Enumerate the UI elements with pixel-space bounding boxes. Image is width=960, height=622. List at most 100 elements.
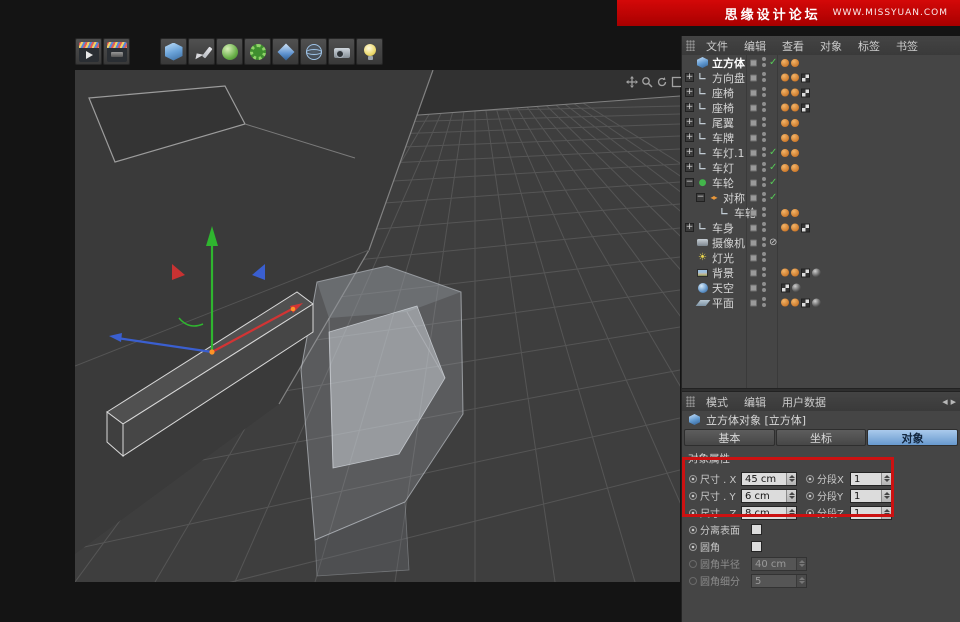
- visibility-dots-icon[interactable]: [762, 237, 766, 241]
- tool-camera-button[interactable]: [328, 38, 355, 65]
- object-row[interactable]: 摄像机⊘: [682, 235, 960, 250]
- layer-chip[interactable]: [750, 299, 757, 306]
- keyframe-dot-icon[interactable]: [806, 492, 814, 500]
- visibility-dots-icon[interactable]: [762, 177, 766, 181]
- object-row[interactable]: +∟车灯.1✓: [682, 145, 960, 160]
- texture-tag-icon[interactable]: [801, 88, 810, 97]
- size-input[interactable]: 45 cm: [741, 472, 797, 486]
- layer-chip[interactable]: [750, 284, 757, 291]
- layer-chip[interactable]: [750, 134, 757, 141]
- tool-clapper-play-button[interactable]: [75, 38, 102, 65]
- menu-item[interactable]: 模式: [698, 394, 736, 410]
- tab-coordinates[interactable]: 坐标: [776, 429, 867, 446]
- tool-sphere-button[interactable]: [216, 38, 243, 65]
- zoom-icon[interactable]: [641, 73, 653, 85]
- checkbox[interactable]: [751, 541, 762, 552]
- visibility-dots-icon[interactable]: [762, 132, 766, 136]
- layer-chip[interactable]: [750, 194, 757, 201]
- layer-chip[interactable]: [750, 119, 757, 126]
- layer-chip[interactable]: [750, 59, 757, 66]
- rotate-icon[interactable]: [656, 73, 668, 85]
- stepper-icon[interactable]: [786, 490, 796, 502]
- phong-tag-icon[interactable]: [791, 74, 799, 82]
- visibility-dots-icon[interactable]: [762, 117, 766, 121]
- tool-gem-button[interactable]: [272, 38, 299, 65]
- sphere-tag-icon[interactable]: [812, 268, 821, 277]
- object-row[interactable]: +∟方向盘: [682, 70, 960, 85]
- segments-input[interactable]: 1: [850, 489, 892, 503]
- phong-tag-icon[interactable]: [791, 149, 799, 157]
- object-row[interactable]: −◂▸对称✓: [682, 190, 960, 205]
- size-input[interactable]: 8 cm: [741, 506, 797, 520]
- menu-item[interactable]: 对象: [812, 38, 850, 54]
- visibility-dots-icon[interactable]: [762, 72, 766, 76]
- expander-plus-icon[interactable]: +: [685, 148, 694, 157]
- checkbox[interactable]: [751, 524, 762, 535]
- visibility-dots-icon[interactable]: [762, 267, 766, 271]
- phong-tag-icon[interactable]: [791, 89, 799, 97]
- keyframe-dot-icon[interactable]: [689, 526, 697, 534]
- sphere-tag-icon[interactable]: [792, 283, 801, 292]
- expander-plus-icon[interactable]: +: [685, 88, 694, 97]
- expander-plus-icon[interactable]: +: [685, 103, 694, 112]
- back-arrow-icon[interactable]: ◀: [942, 398, 947, 406]
- keyframe-dot-icon[interactable]: [689, 492, 697, 500]
- stepper-icon[interactable]: [881, 490, 891, 502]
- segments-input[interactable]: 1: [850, 472, 892, 486]
- stepper-icon[interactable]: [881, 507, 891, 519]
- phong-tag-icon[interactable]: [781, 209, 789, 217]
- object-row[interactable]: ∟车轮: [682, 205, 960, 220]
- visibility-dots-icon[interactable]: [762, 282, 766, 286]
- panel-grip-icon[interactable]: [686, 40, 695, 51]
- object-row[interactable]: +∟座椅: [682, 85, 960, 100]
- layer-chip[interactable]: [750, 164, 757, 171]
- viewport-canvas[interactable]: [75, 70, 680, 582]
- layer-chip[interactable]: [750, 104, 757, 111]
- menu-item[interactable]: 编辑: [736, 394, 774, 410]
- visibility-dots-icon[interactable]: [762, 147, 766, 151]
- expander-minus-icon[interactable]: −: [696, 193, 705, 202]
- layer-chip[interactable]: [750, 254, 757, 261]
- pan-icon[interactable]: [626, 73, 638, 85]
- tool-pen-button[interactable]: [188, 38, 215, 65]
- stepper-icon[interactable]: [796, 558, 806, 570]
- phong-tag-icon[interactable]: [781, 269, 789, 277]
- visibility-dots-icon[interactable]: [762, 162, 766, 166]
- visibility-dots-icon[interactable]: [762, 192, 766, 196]
- sphere-tag-icon[interactable]: [812, 298, 821, 307]
- object-row[interactable]: +∟车身: [682, 220, 960, 235]
- layer-chip[interactable]: [750, 74, 757, 81]
- layer-chip[interactable]: [750, 149, 757, 156]
- visibility-dots-icon[interactable]: [762, 222, 766, 226]
- disabled-input[interactable]: 40 cm: [751, 557, 807, 571]
- object-row[interactable]: 立方体✓: [682, 55, 960, 70]
- object-row[interactable]: 背景: [682, 265, 960, 280]
- texture-tag-icon[interactable]: [801, 298, 810, 307]
- tool-wire-sphere-button[interactable]: [300, 38, 327, 65]
- phong-tag-icon[interactable]: [791, 104, 799, 112]
- visibility-dots-icon[interactable]: [762, 102, 766, 106]
- layer-chip[interactable]: [750, 269, 757, 276]
- object-row[interactable]: +∟车牌: [682, 130, 960, 145]
- stepper-icon[interactable]: [786, 473, 796, 485]
- phong-tag-icon[interactable]: [781, 149, 789, 157]
- phong-tag-icon[interactable]: [791, 224, 799, 232]
- expander-plus-icon[interactable]: +: [685, 133, 694, 142]
- tool-cube-button[interactable]: [160, 38, 187, 65]
- phong-tag-icon[interactable]: [781, 104, 789, 112]
- visibility-dots-icon[interactable]: [762, 207, 766, 211]
- phong-tag-icon[interactable]: [781, 119, 789, 127]
- phong-tag-icon[interactable]: [781, 89, 789, 97]
- tool-clapper-button[interactable]: [103, 38, 130, 65]
- texture-tag-icon[interactable]: [801, 103, 810, 112]
- phong-tag-icon[interactable]: [791, 134, 799, 142]
- phong-tag-icon[interactable]: [781, 224, 789, 232]
- phong-tag-icon[interactable]: [791, 119, 799, 127]
- disabled-input[interactable]: 5: [751, 574, 807, 588]
- object-row[interactable]: +∟座椅: [682, 100, 960, 115]
- phong-tag-icon[interactable]: [781, 59, 789, 67]
- menu-item[interactable]: 文件: [698, 38, 736, 54]
- expander-plus-icon[interactable]: +: [685, 163, 694, 172]
- menu-item[interactable]: 书签: [888, 38, 926, 54]
- object-row[interactable]: ☀灯光: [682, 250, 960, 265]
